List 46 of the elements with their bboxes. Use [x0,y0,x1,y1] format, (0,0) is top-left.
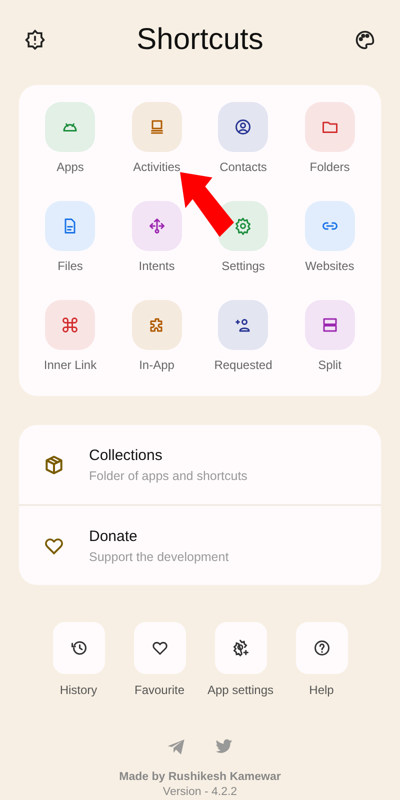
shortcut-button[interactable] [45,300,96,350]
settings-icon [232,639,250,657]
option-row[interactable]: Donate Support the development [19,504,381,585]
shortcut-label: Intents [138,259,175,273]
shortcut-button[interactable] [132,201,182,251]
option-row[interactable]: Collections Folder of apps and shortcuts [19,425,381,504]
paper-plane-icon[interactable] [166,737,186,757]
help-icon [312,639,330,657]
history-icon [70,639,88,657]
shortcut-button[interactable] [45,201,96,251]
shortcut-label: Contacts [220,160,267,174]
shortcut-label: Apps [56,160,84,174]
action-button[interactable] [52,622,104,674]
screen-title: Shortcuts [136,23,264,57]
shortcut-label: Files [58,259,83,273]
option-subtitle: Support the development [89,550,229,564]
shortcut-label: Activities [133,160,180,174]
option-title: Collections [89,446,164,464]
shortcut-label: Folders [310,160,350,174]
shortcut-label: Split [318,358,342,372]
shortcut-button[interactable] [132,300,182,350]
alert-badge-icon[interactable] [24,29,46,51]
palette-icon[interactable] [354,29,376,51]
action-button[interactable] [214,622,266,674]
version-text: Version - 4.2.2 [162,786,238,798]
action-button[interactable] [296,622,348,674]
shortcut-button[interactable] [304,102,355,152]
action-label: Favourite [134,683,185,697]
action-label: Help [309,683,334,697]
shortcut-button[interactable] [218,300,268,350]
shortcut-label: Requested [214,358,272,372]
option-subtitle: Folder of apps and shortcuts [89,468,248,482]
action-label: App settings [207,683,274,697]
option-title: Donate [89,528,138,544]
action-label: History [60,683,98,697]
shortcut-button[interactable] [304,300,355,350]
credit-text: Made by Rushikesh Kamewar [119,771,281,783]
shortcut-label: Inner Link [44,358,97,372]
shortcut-button[interactable] [218,102,268,152]
heart-icon [150,639,168,657]
shortcut-label: Settings [222,259,265,273]
shortcut-label: In-App [139,358,174,372]
box-icon [43,454,65,476]
shortcut-button[interactable] [132,102,182,152]
annotation-arrow [180,172,234,237]
shortcut-label: Websites [305,259,354,273]
